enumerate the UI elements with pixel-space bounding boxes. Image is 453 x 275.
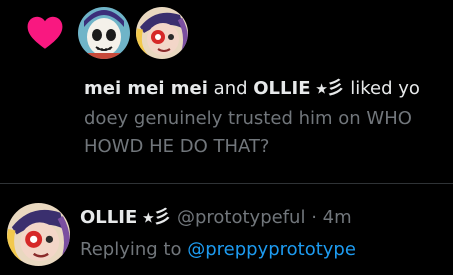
liked-post-preview-line-1: doey genuinely trusted him on WHO (84, 108, 412, 129)
reply-timestamp[interactable]: 4m (323, 207, 352, 228)
replying-to-mention-link[interactable]: @preppyprototype (187, 239, 356, 260)
sparkle-star-decor: ⭑彡 (143, 207, 172, 228)
replying-to-line: Replying to @preppyprototype (80, 239, 356, 260)
divider (0, 183, 453, 184)
liked-post-preview-line-2: HOWD HE DO THAT? (84, 136, 270, 157)
actor-name-2[interactable]: OLLIE ⭑彡 (253, 78, 344, 99)
reply-author-handle[interactable]: @prototypeful (177, 207, 305, 228)
like-notification[interactable]: mei mei mei and OLLIE ⭑彡 liked yo doey g… (0, 0, 453, 181)
heart-icon (27, 16, 63, 49)
reply-author-name[interactable]: OLLIE ⭑彡 (80, 207, 171, 228)
separator-dot: · (305, 207, 323, 228)
reply-header: OLLIE ⭑彡 @prototypeful · 4m (80, 206, 352, 230)
reply-author-avatar[interactable] (7, 203, 70, 266)
notification-text: mei mei mei and OLLIE ⭑彡 liked yo (84, 78, 420, 99)
avatar-mei[interactable] (78, 7, 130, 59)
screen: mei mei mei and OLLIE ⭑彡 liked yo doey g… (0, 0, 453, 275)
avatar-ollie[interactable] (136, 7, 188, 59)
sparkle-star-decor: ⭑彡 (316, 78, 345, 99)
actor-name-1[interactable]: mei mei mei (84, 78, 208, 99)
